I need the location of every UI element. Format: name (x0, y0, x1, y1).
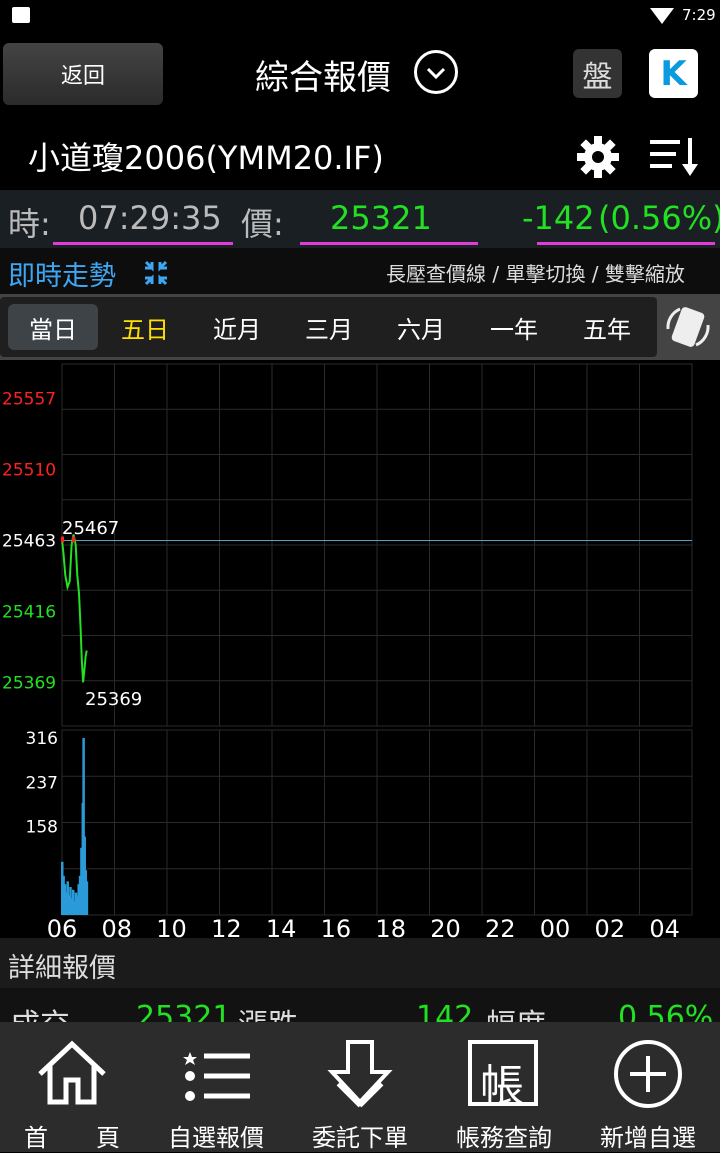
gear-icon[interactable] (576, 135, 620, 179)
trend-hint: 長壓查價線 / 單擊切換 / 雙擊縮放 (386, 262, 685, 286)
price-value: 25321 (330, 199, 432, 237)
price-line (61, 534, 88, 683)
nav-account[interactable]: 帳 帳務查詢 (432, 1022, 576, 1152)
time-axis-label: 04 (649, 915, 680, 938)
chevron-down-icon[interactable] (414, 50, 458, 94)
time-axis-label: 22 (485, 915, 516, 938)
tab-one-year[interactable]: 一年 (468, 304, 560, 350)
chart-svg[interactable]: 25557 25510 25463 25416 25369 25467 25369 316 23… (0, 362, 720, 943)
time-value: 07:29:35 (78, 199, 222, 237)
details-header[interactable]: 詳細報價 (0, 938, 720, 988)
time-label: 時: (8, 205, 51, 243)
nav-watchlist[interactable]: 自選報價 (144, 1022, 288, 1152)
status-time: 7:29 (682, 6, 716, 24)
tab-five-year[interactable]: 五年 (562, 304, 652, 350)
price-axis-label: 25416 (2, 602, 56, 622)
add-icon (614, 1040, 682, 1108)
instrument-name: 小道瓊2006(YMM20.IF) (28, 139, 384, 177)
nav-add-watch[interactable]: 新增自選 (576, 1022, 720, 1152)
time-axis-label: 08 (102, 915, 133, 938)
intraday-chart[interactable]: 25557 25510 25463 25416 25369 25467 25369 316 23… (0, 362, 720, 943)
tab-five-day[interactable]: 五日 (100, 304, 190, 350)
time-axis-label: 14 (266, 915, 297, 938)
price-axis-label: 25463 (2, 531, 56, 551)
range-label: 幅度 (486, 1000, 546, 1022)
sort-icon[interactable] (648, 134, 700, 178)
trend-bar: 即時走勢 長壓查價線 / 單擊切換 / 雙擊縮放 (0, 248, 720, 294)
low-label: 25369 (85, 689, 142, 710)
app-header: 返回 綜合報價 盤 K (0, 30, 720, 120)
page-title[interactable]: 綜合報價 (255, 50, 391, 99)
time-axis-label: 06 (47, 915, 78, 938)
details-row: 成交 25321 漲跌 142 幅度 0.56% (0, 988, 720, 1022)
price-axis-label: 25510 (2, 461, 56, 481)
rotate-screen-icon[interactable] (660, 299, 716, 355)
tab-today[interactable]: 當日 (8, 304, 98, 350)
k-chart-button[interactable]: K (649, 49, 698, 98)
time-axis-label: 20 (430, 915, 461, 938)
volume-axis-label: 237 (26, 773, 58, 793)
price-axis-label: 25557 (2, 390, 56, 410)
board-button[interactable]: 盤 (573, 49, 622, 98)
high-label: 25467 (62, 518, 119, 539)
bottom-nav: 首 頁 自選報價 委託下單 帳 帳務查詢 新增自選 (0, 1022, 720, 1152)
range-value: 0.56% (618, 1000, 714, 1022)
price-axis-label: 25369 (2, 673, 56, 693)
wifi-icon (650, 8, 674, 24)
back-button[interactable]: 返回 (3, 43, 163, 105)
change-label: 漲跌 (238, 1000, 298, 1022)
time-axis-label: 00 (540, 915, 571, 938)
nav-order[interactable]: 委託下單 (288, 1022, 432, 1152)
tab-month[interactable]: 近月 (192, 304, 282, 350)
trend-title: 即時走勢 (8, 261, 116, 292)
change-amount: 142 (416, 1000, 474, 1022)
trade-value: 25321 (136, 1000, 232, 1022)
tab-six-month[interactable]: 六月 (376, 304, 466, 350)
volume-axis-label: 158 (26, 818, 58, 838)
order-icon (327, 1040, 393, 1108)
change-value: -142 (522, 199, 595, 237)
nav-home[interactable]: 首 頁 (0, 1022, 144, 1152)
trade-label: 成交 (10, 1000, 70, 1022)
time-axis-label: 16 (321, 915, 352, 938)
volume-bar (85, 881, 89, 915)
price-label: 價: (241, 205, 284, 243)
home-icon (38, 1040, 106, 1105)
period-tabs: 當日 五日 近月 三月 六月 一年 五年 (0, 294, 720, 360)
collapse-icon[interactable] (142, 260, 170, 286)
change-percent: (0.56%) (598, 199, 720, 237)
shopping-bag-icon (12, 7, 30, 23)
status-bar: 7:29 (0, 0, 720, 30)
time-axis-label: 10 (156, 915, 187, 938)
list-icon (183, 1052, 250, 1101)
quote-bar: 時: 07:29:35 價: 25321 -142 (0.56%) (0, 190, 720, 248)
time-axis-label: 12 (211, 915, 242, 938)
time-axis-label: 02 (595, 915, 626, 938)
tab-three-month[interactable]: 三月 (284, 304, 374, 350)
account-glyph: 帳 (480, 1061, 524, 1112)
volume-axis-label: 316 (26, 729, 58, 749)
details-title: 詳細報價 (8, 953, 116, 984)
time-axis-label: 18 (375, 915, 406, 938)
